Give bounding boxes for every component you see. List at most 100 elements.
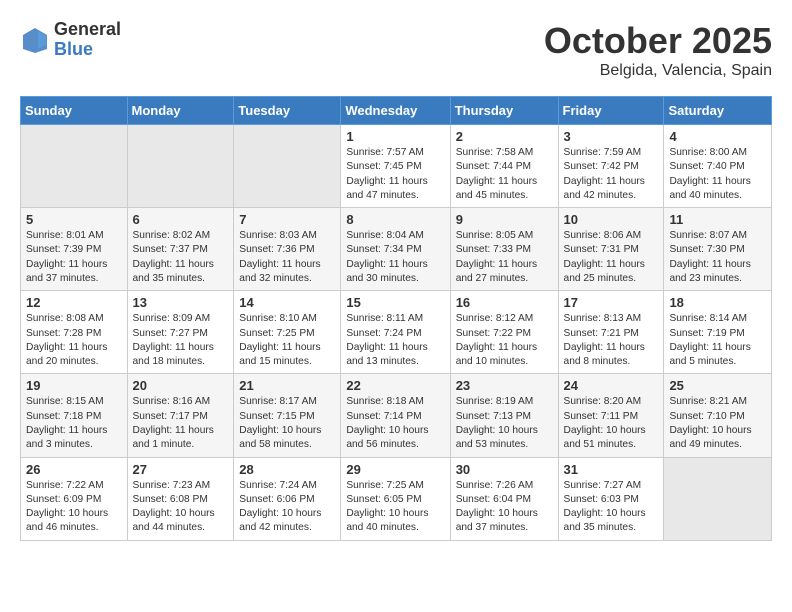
day-info: Sunrise: 8:15 AM Sunset: 7:18 PM Dayligh…: [26, 395, 122, 452]
calendar-week-3: 12 Sunrise: 8:08 AM Sunset: 7:28 PM Dayli…: [21, 291, 772, 374]
month-title: October 2025: [544, 20, 772, 62]
weekday-header-row: SundayMondayTuesdayWednesdayThursdayFrid…: [21, 97, 772, 125]
day-info: Sunrise: 8:08 AM Sunset: 7:28 PM Dayligh…: [26, 312, 122, 369]
day-number: 11: [669, 212, 766, 227]
day-number: 9: [456, 212, 553, 227]
calendar-cell: 14 Sunrise: 8:10 AM Sunset: 7:25 PM Dayli…: [234, 291, 341, 374]
day-info: Sunrise: 8:18 AM Sunset: 7:14 PM Dayligh…: [346, 395, 444, 452]
day-info: Sunrise: 8:13 AM Sunset: 7:21 PM Dayligh…: [564, 312, 659, 369]
calendar-cell: 13 Sunrise: 8:09 AM Sunset: 7:27 PM Dayli…: [127, 291, 234, 374]
calendar-cell: [664, 457, 772, 540]
day-info: Sunrise: 8:14 AM Sunset: 7:19 PM Dayligh…: [669, 312, 766, 369]
day-number: 27: [133, 462, 229, 477]
day-number: 3: [564, 129, 659, 144]
day-number: 10: [564, 212, 659, 227]
calendar-cell: 17 Sunrise: 8:13 AM Sunset: 7:21 PM Dayli…: [558, 291, 664, 374]
calendar-cell: [127, 125, 234, 208]
day-number: 7: [239, 212, 335, 227]
day-number: 21: [239, 378, 335, 393]
day-number: 30: [456, 462, 553, 477]
day-number: 8: [346, 212, 444, 227]
calendar-cell: 26 Sunrise: 7:22 AM Sunset: 6:09 PM Dayli…: [21, 457, 128, 540]
day-info: Sunrise: 8:19 AM Sunset: 7:13 PM Dayligh…: [456, 395, 553, 452]
day-number: 25: [669, 378, 766, 393]
calendar-cell: 4 Sunrise: 8:00 AM Sunset: 7:40 PM Daylig…: [664, 125, 772, 208]
day-number: 4: [669, 129, 766, 144]
day-info: Sunrise: 8:17 AM Sunset: 7:15 PM Dayligh…: [239, 395, 335, 452]
day-number: 13: [133, 295, 229, 310]
day-number: 24: [564, 378, 659, 393]
day-info: Sunrise: 7:59 AM Sunset: 7:42 PM Dayligh…: [564, 146, 659, 203]
calendar-cell: 28Sunrise: 7:24 AM Sunset: 6:06 PM Dayli…: [234, 457, 341, 540]
day-number: 19: [26, 378, 122, 393]
calendar-table: SundayMondayTuesdayWednesdayThursdayFrid…: [20, 96, 772, 541]
day-info: Sunrise: 7:25 AM Sunset: 6:05 PM Dayligh…: [346, 479, 444, 536]
day-info: Sunrise: 8:09 AM Sunset: 7:27 PM Dayligh…: [133, 312, 229, 369]
day-number: 6: [133, 212, 229, 227]
day-info: Sunrise: 8:02 AM Sunset: 7:37 PM Dayligh…: [133, 229, 229, 286]
calendar-cell: 24 Sunrise: 8:20 AM Sunset: 7:11 PM Dayli…: [558, 374, 664, 457]
calendar-cell: 12 Sunrise: 8:08 AM Sunset: 7:28 PM Dayli…: [21, 291, 128, 374]
day-number: 28: [239, 462, 335, 477]
day-info: Sunrise: 8:10 AM Sunset: 7:25 PM Dayligh…: [239, 312, 335, 369]
day-number: 29: [346, 462, 444, 477]
calendar-cell: 25 Sunrise: 8:21 AM Sunset: 7:10 PM Dayli…: [664, 374, 772, 457]
day-number: 12: [26, 295, 122, 310]
calendar-cell: 19 Sunrise: 8:15 AM Sunset: 7:18 PM Dayli…: [21, 374, 128, 457]
weekday-header-wednesday: Wednesday: [341, 97, 450, 125]
day-info: Sunrise: 8:11 AM Sunset: 7:24 PM Dayligh…: [346, 312, 444, 369]
logo: General Blue: [20, 20, 121, 60]
calendar-cell: 20 Sunrise: 8:16 AM Sunset: 7:17 PM Dayli…: [127, 374, 234, 457]
calendar-cell: 27 Sunrise: 7:23 AM Sunset: 6:08 PM Dayli…: [127, 457, 234, 540]
calendar-cell: 6 Sunrise: 8:02 AM Sunset: 7:37 PM Daylig…: [127, 208, 234, 291]
day-info: Sunrise: 8:20 AM Sunset: 7:11 PM Dayligh…: [564, 395, 659, 452]
day-info: Sunrise: 8:00 AM Sunset: 7:40 PM Dayligh…: [669, 146, 766, 203]
day-number: 17: [564, 295, 659, 310]
title-block: October 2025 Belgida, Valencia, Spain: [544, 20, 772, 80]
location: Belgida, Valencia, Spain: [544, 62, 772, 80]
day-number: 5: [26, 212, 122, 227]
calendar-cell: 15 Sunrise: 8:11 AM Sunset: 7:24 PM Dayli…: [341, 291, 450, 374]
day-number: 20: [133, 378, 229, 393]
weekday-header-sunday: Sunday: [21, 97, 128, 125]
day-number: 14: [239, 295, 335, 310]
calendar-cell: 11Sunrise: 8:07 AM Sunset: 7:30 PM Dayli…: [664, 208, 772, 291]
day-number: 26: [26, 462, 122, 477]
day-info: Sunrise: 7:23 AM Sunset: 6:08 PM Dayligh…: [133, 479, 229, 536]
page-header: General Blue October 2025 Belgida, Valen…: [20, 20, 772, 80]
calendar-week-4: 19 Sunrise: 8:15 AM Sunset: 7:18 PM Dayli…: [21, 374, 772, 457]
day-number: 1: [346, 129, 444, 144]
calendar-cell: 30 Sunrise: 7:26 AM Sunset: 6:04 PM Dayli…: [450, 457, 558, 540]
calendar-cell: [234, 125, 341, 208]
day-number: 15: [346, 295, 444, 310]
day-info: Sunrise: 8:12 AM Sunset: 7:22 PM Dayligh…: [456, 312, 553, 369]
logo-blue-text: Blue: [54, 40, 121, 60]
weekday-header-saturday: Saturday: [664, 97, 772, 125]
weekday-header-tuesday: Tuesday: [234, 97, 341, 125]
calendar-cell: 7Sunrise: 8:03 AM Sunset: 7:36 PM Daylig…: [234, 208, 341, 291]
day-number: 2: [456, 129, 553, 144]
calendar-week-1: 1 Sunrise: 7:57 AM Sunset: 7:45 PM Daylig…: [21, 125, 772, 208]
calendar-cell: 8Sunrise: 8:04 AM Sunset: 7:34 PM Daylig…: [341, 208, 450, 291]
calendar-cell: 22 Sunrise: 8:18 AM Sunset: 7:14 PM Dayli…: [341, 374, 450, 457]
logo-icon: [20, 25, 50, 55]
calendar-cell: 9Sunrise: 8:05 AM Sunset: 7:33 PM Daylig…: [450, 208, 558, 291]
day-number: 16: [456, 295, 553, 310]
calendar-cell: 5 Sunrise: 8:01 AM Sunset: 7:39 PM Daylig…: [21, 208, 128, 291]
day-number: 18: [669, 295, 766, 310]
logo-text: General Blue: [54, 20, 121, 60]
calendar-cell: 1 Sunrise: 7:57 AM Sunset: 7:45 PM Daylig…: [341, 125, 450, 208]
day-info: Sunrise: 7:27 AM Sunset: 6:03 PM Dayligh…: [564, 479, 659, 536]
day-info: Sunrise: 8:16 AM Sunset: 7:17 PM Dayligh…: [133, 395, 229, 452]
day-info: Sunrise: 7:57 AM Sunset: 7:45 PM Dayligh…: [346, 146, 444, 203]
calendar-week-5: 26 Sunrise: 7:22 AM Sunset: 6:09 PM Dayli…: [21, 457, 772, 540]
weekday-header-friday: Friday: [558, 97, 664, 125]
day-number: 23: [456, 378, 553, 393]
day-info: Sunrise: 7:26 AM Sunset: 6:04 PM Dayligh…: [456, 479, 553, 536]
calendar-cell: 23 Sunrise: 8:19 AM Sunset: 7:13 PM Dayli…: [450, 374, 558, 457]
day-info: Sunrise: 7:22 AM Sunset: 6:09 PM Dayligh…: [26, 479, 122, 536]
day-number: 22: [346, 378, 444, 393]
day-info: Sunrise: 8:21 AM Sunset: 7:10 PM Dayligh…: [669, 395, 766, 452]
day-info: Sunrise: 8:01 AM Sunset: 7:39 PM Dayligh…: [26, 229, 122, 286]
calendar-cell: 29 Sunrise: 7:25 AM Sunset: 6:05 PM Dayli…: [341, 457, 450, 540]
